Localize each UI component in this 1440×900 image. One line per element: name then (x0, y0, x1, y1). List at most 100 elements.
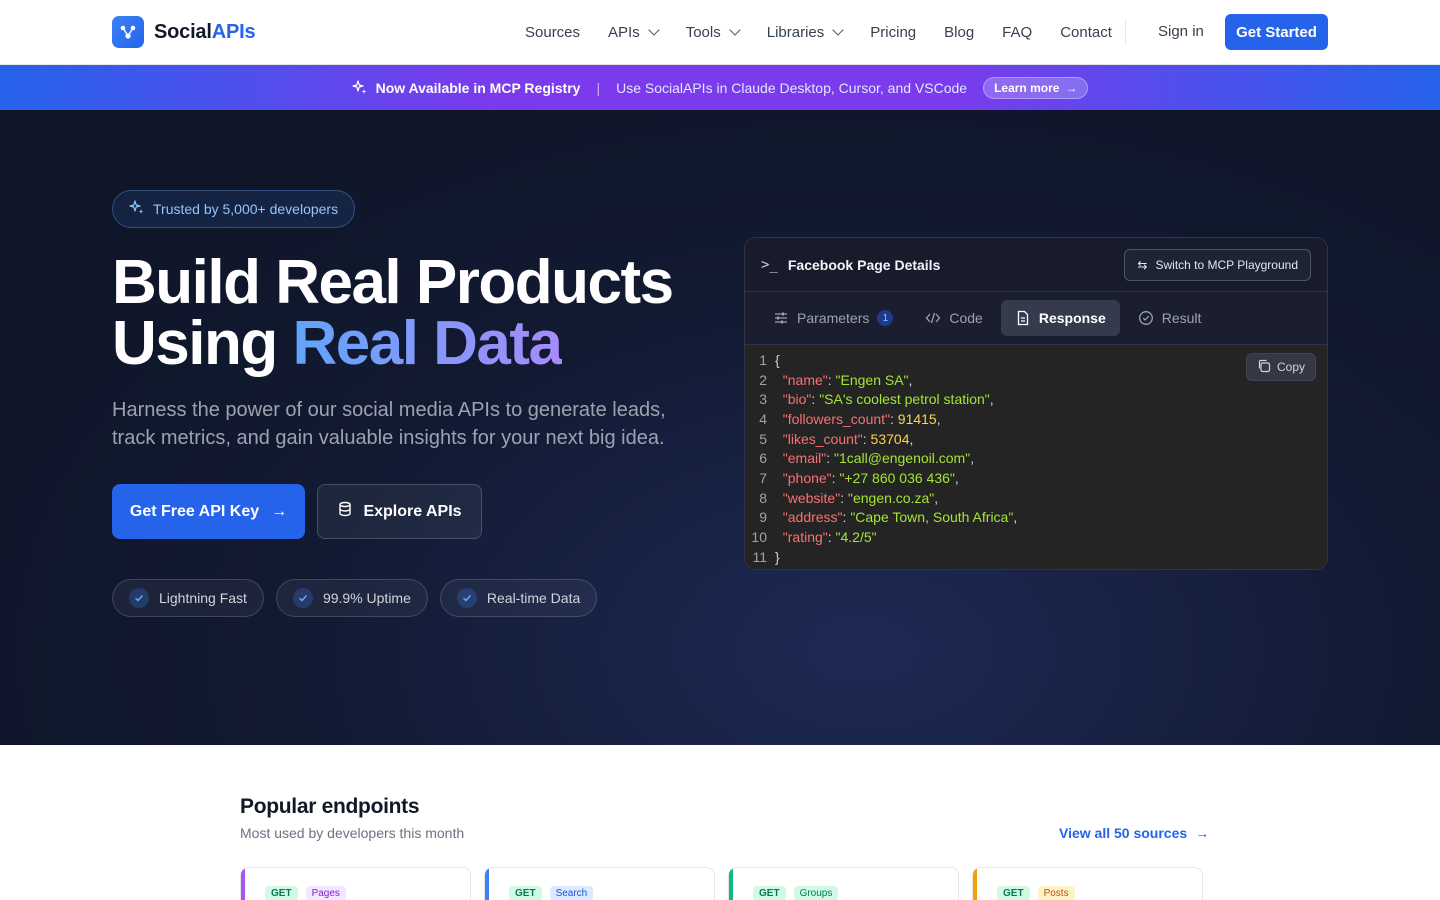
chevron-down-icon (729, 24, 741, 36)
get-started-button[interactable]: Get Started (1225, 14, 1328, 50)
nav-item-label: Contact (1060, 23, 1112, 41)
json-brace: { (775, 351, 780, 368)
code-icon (925, 310, 941, 326)
code-line: 1{ (745, 350, 1327, 370)
document-icon (1015, 310, 1031, 326)
endpoint-card[interactable]: GET Groups (728, 867, 959, 900)
copy-icon (1257, 359, 1271, 376)
code-line: 8 "website": "engen.co.za", (745, 488, 1327, 508)
logo[interactable]: SocialAPIs (112, 16, 256, 48)
endpoint-card[interactable]: GET Pages (240, 867, 471, 900)
nav-item-label: APIs (608, 23, 640, 41)
endpoint-card[interactable]: GET Search (484, 867, 715, 900)
logo-text-main: Social (154, 20, 212, 43)
explore-apis-label: Explore APIs (363, 502, 462, 520)
card-accent-stripe (485, 868, 489, 900)
line-number: 5 (759, 430, 767, 447)
trust-label: Trusted by 5,000+ developers (153, 201, 339, 217)
nav-item-apis[interactable]: APIs (594, 0, 672, 64)
switch-mcp-button[interactable]: ⇆ Switch to MCP Playground (1124, 248, 1311, 281)
tab-response[interactable]: Response (1000, 300, 1120, 336)
trust-badge: Trusted by 5,000+ developers (112, 190, 356, 228)
hero-title-line1: Build Real Products (112, 248, 674, 317)
method-badge: GET (753, 886, 786, 900)
copy-label: Copy (1276, 360, 1305, 374)
panel-header: >_ Facebook Page Details ⇆ Switch to MCP… (745, 238, 1327, 292)
switch-mcp-label: Switch to MCP Playground (1155, 257, 1298, 272)
feature-label: 99.9% Uptime (322, 590, 411, 606)
line-number: 4 (759, 410, 767, 427)
endpoint-cards: GET Pages GET Search GET Groups GET Posts (240, 867, 1203, 900)
json-value: 91415 (897, 410, 937, 427)
json-key: "phone" (782, 469, 832, 486)
nav-item-sources[interactable]: Sources (511, 0, 594, 64)
json-key: "name" (782, 371, 828, 388)
json-value: 53704 (870, 430, 910, 447)
explore-apis-button[interactable]: Explore APIs (317, 484, 482, 539)
tab-parameters[interactable]: Parameters 1 (759, 300, 907, 336)
learn-more-label: Learn more (994, 80, 1060, 95)
hero-title-accent: Real Data (292, 309, 563, 378)
code-line: 3 "bio": "SA's coolest petrol station", (745, 389, 1327, 409)
tab-label: Result (1161, 310, 1202, 326)
nav-item-label: Pricing (870, 23, 917, 41)
method-badge: GET (509, 886, 542, 900)
arrow-right-icon: → (1065, 80, 1078, 95)
json-key: "address" (782, 509, 843, 526)
view-all-label: View all 50 sources (1059, 825, 1188, 841)
logo-text-accent: APIs (211, 20, 256, 43)
line-number: 8 (759, 489, 767, 506)
line-number: 10 (751, 529, 767, 546)
feature-label: Lightning Fast (159, 590, 247, 606)
check-icon (129, 588, 149, 608)
code-line: 6 "email": "1call@engenoil.com", (745, 448, 1327, 468)
nav-item-contact[interactable]: Contact (1046, 0, 1126, 64)
api-demo-panel: >_ Facebook Page Details ⇆ Switch to MCP… (744, 237, 1328, 570)
sparkles-icon (351, 79, 368, 96)
method-badge: GET (997, 886, 1030, 900)
code-line: 7 "phone": "+27 860 036 436", (745, 468, 1327, 488)
nav-item-pricing[interactable]: Pricing (856, 0, 930, 64)
panel-tabs: Parameters 1 Code Response Result (745, 292, 1327, 345)
panel-title: Facebook Page Details (787, 256, 941, 273)
json-value: "1call@engenoil.com" (833, 450, 971, 467)
feature-badge: 99.9% Uptime (275, 579, 428, 617)
code-line: 4 "followers_count": 91415, (745, 409, 1327, 429)
check-icon (292, 588, 313, 608)
learn-more-button[interactable]: Learn more → (983, 76, 1089, 99)
json-value: "+27 860 036 436" (839, 469, 955, 486)
json-value: "4.2/5" (835, 529, 877, 546)
signin-link[interactable]: Sign in (1158, 23, 1204, 40)
json-key: "email" (782, 450, 827, 467)
get-free-api-key-label: Get Free API Key (129, 502, 260, 520)
sparkles-icon (129, 199, 145, 219)
json-value: "Engen SA" (835, 371, 909, 388)
json-key: "website" (782, 489, 841, 506)
nav-item-tools[interactable]: Tools (672, 0, 753, 64)
nav-item-blog[interactable]: Blog (930, 0, 988, 64)
method-badge: GET (265, 886, 298, 900)
arrow-right-icon: → (1195, 825, 1210, 841)
category-badge: Groups (793, 886, 839, 900)
chevron-down-icon (648, 24, 660, 36)
code-line: 10 "rating": "4.2/5" (745, 527, 1327, 547)
banner-title: Now Available in MCP Registry (375, 79, 581, 96)
line-number: 2 (759, 371, 767, 388)
feature-list: Lightning Fast 99.9% Uptime Real-time Data (112, 579, 598, 617)
nav-item-libraries[interactable]: Libraries (753, 0, 857, 64)
line-number: 7 (759, 469, 767, 486)
popular-subtitle: Most used by developers this month (240, 825, 465, 841)
card-accent-stripe (729, 868, 733, 900)
feature-badge: Real-time Data (439, 579, 598, 617)
nav-item-faq[interactable]: FAQ (988, 0, 1046, 64)
tab-label: Code (949, 310, 983, 326)
tab-code[interactable]: Code (911, 300, 996, 336)
code-line: 2 "name": "Engen SA", (745, 370, 1327, 390)
copy-button[interactable]: Copy (1245, 353, 1316, 381)
endpoint-card[interactable]: GET Posts (972, 867, 1203, 900)
view-all-sources-link[interactable]: View all 50 sources → (1059, 825, 1209, 841)
tab-result[interactable]: Result (1124, 300, 1216, 336)
json-value: "engen.co.za" (847, 489, 935, 506)
hero-title-line2: Using (112, 309, 293, 378)
get-free-api-key-button[interactable]: Get Free API Key → (112, 484, 305, 539)
